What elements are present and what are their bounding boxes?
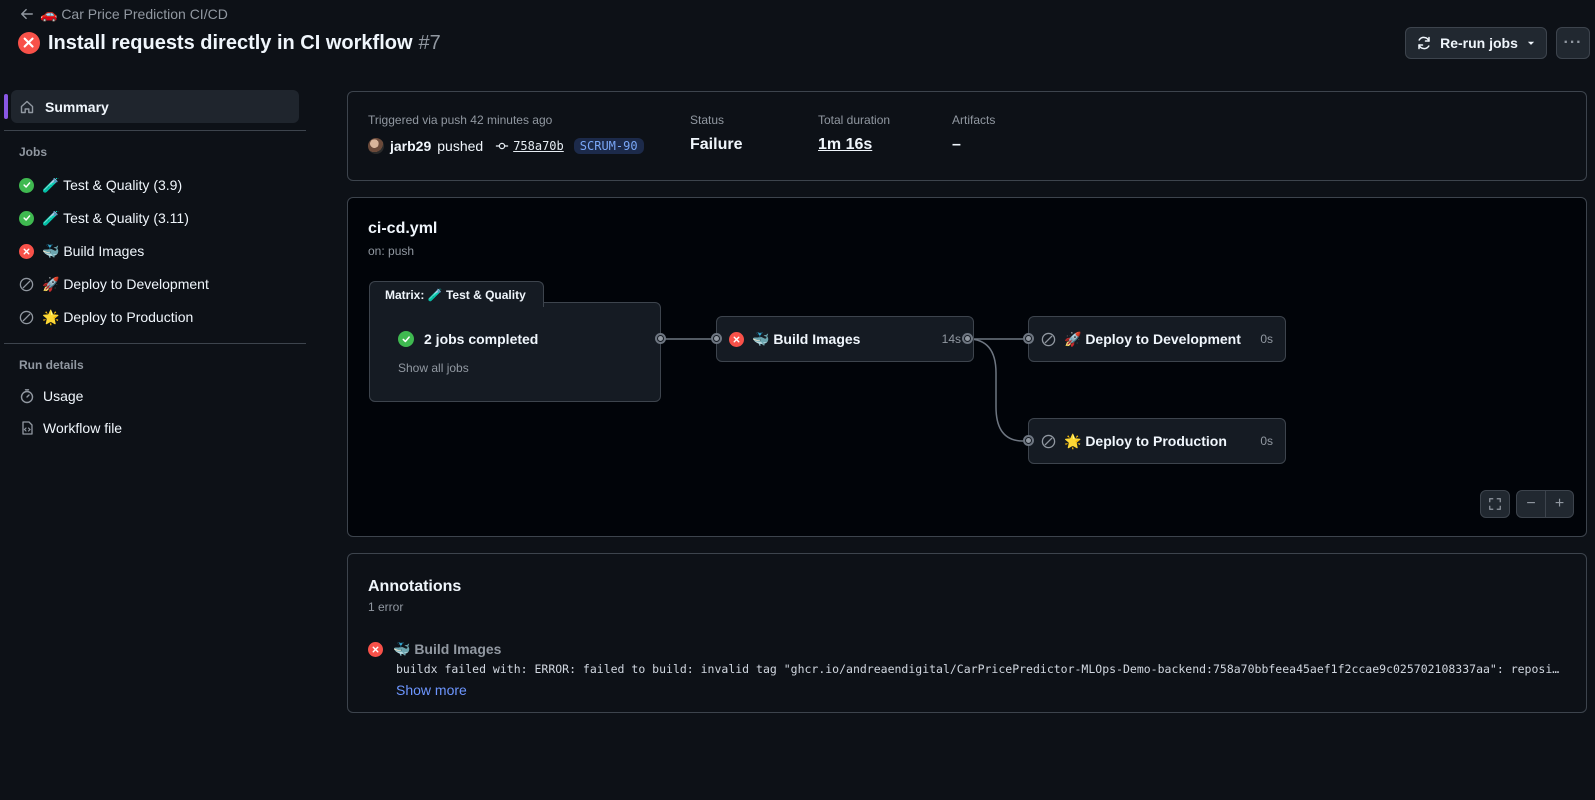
run-number: #7 — [418, 31, 441, 54]
run-summary-card: Triggered via push 42 minutes ago jarb29… — [347, 91, 1587, 181]
job-node-build-images[interactable]: 🐳 Build Images 14s — [716, 316, 974, 362]
page-title: Install requests directly in CI workflow — [48, 31, 413, 54]
jobs-heading: Jobs — [19, 145, 48, 159]
failure-icon — [729, 331, 744, 347]
connector-dot — [655, 333, 666, 344]
job-label: 🧪 Test & Quality (3.9) — [42, 176, 183, 193]
graph-connectors — [661, 338, 1024, 442]
sidebar-divider — [4, 343, 306, 344]
show-more-link[interactable]: Show more — [396, 682, 467, 698]
sidebar-job-test-3-11[interactable]: 🧪 Test & Quality (3.11) — [19, 208, 189, 228]
job-label: 🐳 Build Images — [42, 242, 145, 259]
skipped-icon — [19, 277, 34, 291]
home-icon — [20, 100, 34, 113]
status-label: Status — [690, 113, 725, 127]
failure-icon — [18, 32, 40, 54]
failure-icon — [19, 243, 34, 259]
job-label: 🌟 Deploy to Production — [42, 308, 194, 325]
duration-value[interactable]: 1m 16s — [818, 136, 872, 154]
job-node-label: 🌟 Deploy to Production — [1064, 432, 1227, 449]
annotations-count: 1 error — [368, 600, 404, 614]
artifacts-label: Artifacts — [952, 113, 996, 127]
annotations-card: Annotations 1 error 🐳 Build Images build… — [347, 553, 1587, 713]
job-duration: 0s — [1260, 434, 1273, 448]
success-icon — [19, 210, 34, 226]
job-node-deploy-prod[interactable]: 🌟 Deploy to Production 0s — [1028, 418, 1286, 464]
sidebar-item-label: Summary — [45, 98, 109, 115]
workflow-graph: ci-cd.yml on: push Matrix: 🧪 Test & Qual… — [347, 197, 1587, 537]
commit-icon — [496, 142, 509, 150]
pusher-row: jarb29 pushed 758a70b SCRUM-90 — [368, 138, 644, 154]
commit-sha: 758a70b — [513, 139, 564, 153]
trigger-text: Triggered via push 42 minutes ago — [368, 113, 553, 127]
sidebar-job-deploy-prod[interactable]: 🌟 Deploy to Production — [19, 307, 193, 327]
sidebar-job-build-images[interactable]: 🐳 Build Images — [19, 241, 144, 261]
connector-dot — [1023, 435, 1034, 446]
sync-icon — [1418, 36, 1430, 50]
skipped-icon — [1041, 434, 1056, 448]
sidebar-job-deploy-dev[interactable]: 🚀 Deploy to Development — [19, 274, 209, 294]
run-title-row: Install requests directly in CI workflow… — [18, 30, 441, 56]
job-label: 🚀 Deploy to Development — [42, 275, 209, 292]
caret-down-icon — [1527, 41, 1535, 45]
sidebar-job-test-3-9[interactable]: 🧪 Test & Quality (3.9) — [19, 175, 182, 195]
rerun-jobs-button[interactable]: Re-run jobs — [1405, 27, 1547, 59]
more-options-button[interactable]: ··· — [1556, 27, 1590, 59]
skipped-icon — [1041, 332, 1056, 346]
commit-link[interactable]: 758a70b — [495, 139, 564, 153]
pusher-name[interactable]: jarb29 — [390, 138, 431, 154]
connector-dot — [711, 333, 722, 344]
branch-badge[interactable]: SCRUM-90 — [573, 138, 644, 154]
rerun-jobs-label: Re-run jobs — [1440, 35, 1518, 51]
skipped-icon — [19, 310, 34, 324]
avatar[interactable] — [368, 138, 384, 154]
run-details-heading: Run details — [19, 358, 84, 372]
job-duration: 14s — [941, 332, 961, 346]
job-label: 🧪 Test & Quality (3.11) — [42, 209, 189, 226]
annotation-header: 🐳 Build Images — [368, 641, 501, 658]
job-duration: 0s — [1260, 332, 1273, 346]
back-link[interactable]: 🚗 Car Price Prediction CI/CD — [20, 5, 228, 23]
stopwatch-icon — [20, 389, 34, 404]
sidebar-item-summary[interactable]: Summary — [4, 90, 299, 123]
job-node-deploy-dev[interactable]: 🚀 Deploy to Development 0s — [1028, 316, 1286, 362]
sidebar-item-workflow-file[interactable]: Workflow file — [19, 418, 122, 438]
sidebar-item-label: Usage — [43, 388, 84, 404]
file-code-icon — [22, 421, 33, 435]
artifacts-value: – — [952, 136, 961, 153]
sidebar-item-label: Workflow file — [43, 420, 123, 436]
success-icon — [19, 177, 34, 193]
workflow-name: 🚗 Car Price Prediction CI/CD — [40, 5, 228, 22]
annotation-message: buildx failed with: ERROR: failed to bui… — [396, 662, 1566, 676]
matrix-tab: Matrix: 🧪 Test & Quality — [369, 281, 544, 307]
connector-dot — [962, 333, 973, 344]
connector-dot — [1023, 333, 1034, 344]
job-node-label: 🐳 Build Images — [752, 330, 861, 347]
sidebar-item-usage[interactable]: Usage — [19, 386, 83, 406]
kebab-horizontal-icon: ··· — [1563, 34, 1583, 51]
failure-icon — [368, 642, 383, 657]
job-node-label: 🚀 Deploy to Development — [1064, 330, 1241, 347]
pushed-text: pushed — [437, 138, 484, 154]
status-value: Failure — [690, 136, 743, 153]
sidebar-divider — [4, 130, 306, 131]
duration-label: Total duration — [818, 113, 891, 127]
annotation-job-link[interactable]: 🐳 Build Images — [393, 641, 501, 658]
arrow-left-icon — [21, 8, 33, 20]
annotations-title: Annotations — [368, 578, 462, 595]
